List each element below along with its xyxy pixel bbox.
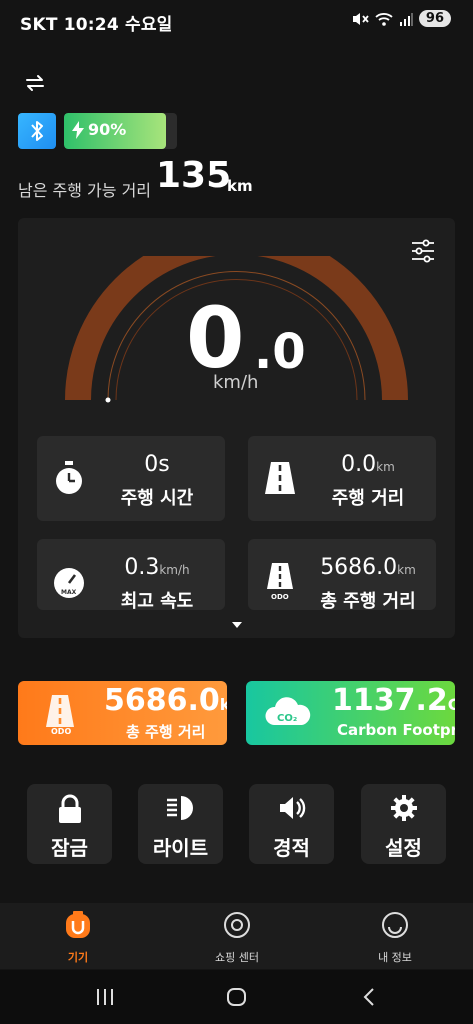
smile-face-icon [382,912,408,938]
stat-value: 0.0km [341,452,395,477]
home-icon[interactable] [226,987,248,1007]
settings-label: 설정 [385,836,422,860]
stat-tile-ride-time: 0s 주행 시간 [37,436,225,521]
signal-icon [399,12,413,26]
status-right: 96 [351,10,451,27]
recent-apps-icon[interactable] [95,988,115,1006]
horn-button[interactable]: 경적 [249,784,334,864]
carrier: SKT [20,15,58,35]
lock-button[interactable]: 잠금 [27,784,112,864]
nav-profile[interactable]: 내 정보 [335,911,455,965]
speed-decimal: .0 [254,324,306,380]
stat-value: 0.3km/h [124,555,190,580]
stat-label: 주행 시간 [120,488,194,509]
nav-device-label: 기기 [67,951,89,964]
odo-label: 총 주행 거리 [126,723,206,741]
light-label: 라이트 [152,836,209,860]
co2-label: Carbon Footprint [337,721,455,739]
battery-percent: 90% [88,120,127,139]
odo-road-icon: ODO [46,695,74,735]
stat-label: 최고 속도 [120,591,194,610]
clock: 10:24 [63,15,119,35]
range-label: 남은 주행 가능 거리 [18,181,152,200]
mute-icon [352,12,369,25]
odo-value: 5686.0km [104,683,227,718]
stat-tile-max-speed: MAX 0.3km/h 최고 속도 [37,539,225,610]
stat-value: 5686.0km [320,555,416,580]
stopwatch-icon [56,461,82,494]
status-left: SKT 10:24 수요일 [20,10,173,35]
co2-value: 1137.2CO [332,683,455,718]
nav-device[interactable]: 기기 [18,911,138,965]
total-distance-card[interactable]: ODO 5686.0km 총 주행 거리 [18,681,227,745]
battery-indicator: 96 [418,10,451,27]
nav-shop[interactable]: 쇼핑 센터 [177,911,297,965]
expand-chevron-icon[interactable] [230,620,244,630]
speed-integer: 0 [186,289,245,387]
svg-text:MAX: MAX [61,589,77,596]
day-of-week: 수요일 [125,15,173,35]
stat-tile-trip-distance: 0.0km 주행 거리 [248,436,436,521]
svg-text:ODO: ODO [271,593,289,601]
bottom-navigation: 기기 쇼핑 센터 내 정보 [0,903,473,969]
svg-text:CO₂: CO₂ [277,713,297,724]
stat-value: 0s [144,452,170,477]
nav-profile-label: 내 정보 [378,951,412,964]
back-icon[interactable] [362,987,376,1007]
carbon-footprint-card[interactable]: CO₂ 1137.2CO Carbon Footprint [246,681,455,745]
device-icon [66,911,90,938]
stat-tile-total-distance: ODO 5686.0km 총 주행 거리 [248,539,436,610]
speedometer-max-icon: MAX [54,568,84,598]
device-battery: 90% [64,113,177,149]
co2-cloud-icon: CO₂ [265,697,311,725]
wifi-icon [375,12,393,26]
nav-shop-label: 쇼핑 센터 [215,951,259,964]
horn-icon [279,797,305,819]
lock-label: 잠금 [51,836,88,860]
lock-icon [58,794,81,823]
road-odo-icon: ODO [267,563,293,601]
speed-unit: km/h [213,372,259,393]
light-button[interactable]: 라이트 [138,784,223,864]
bluetooth-icon [31,121,43,141]
charging-bolt-icon [72,120,84,139]
settings-button[interactable]: 설정 [361,784,446,864]
range-value: 135 [156,155,232,196]
horn-label: 경적 [273,836,310,860]
range-unit: km [227,177,253,195]
battery-label: 90% [72,120,126,139]
headlight-icon [166,796,193,820]
gauge-needle [105,397,111,403]
stat-label: 주행 거리 [331,488,405,509]
gear-icon [390,795,417,821]
stat-label: 총 주행 거리 [320,591,416,610]
road-icon [265,462,295,494]
bluetooth-button[interactable] [18,113,56,149]
sliders-icon[interactable] [410,238,436,264]
switch-device-icon[interactable] [24,72,46,94]
shop-target-icon [224,912,250,938]
status-bar: SKT 10:24 수요일 96 [0,0,473,44]
svg-text:ODO: ODO [51,727,71,735]
system-navigation [0,970,473,1024]
